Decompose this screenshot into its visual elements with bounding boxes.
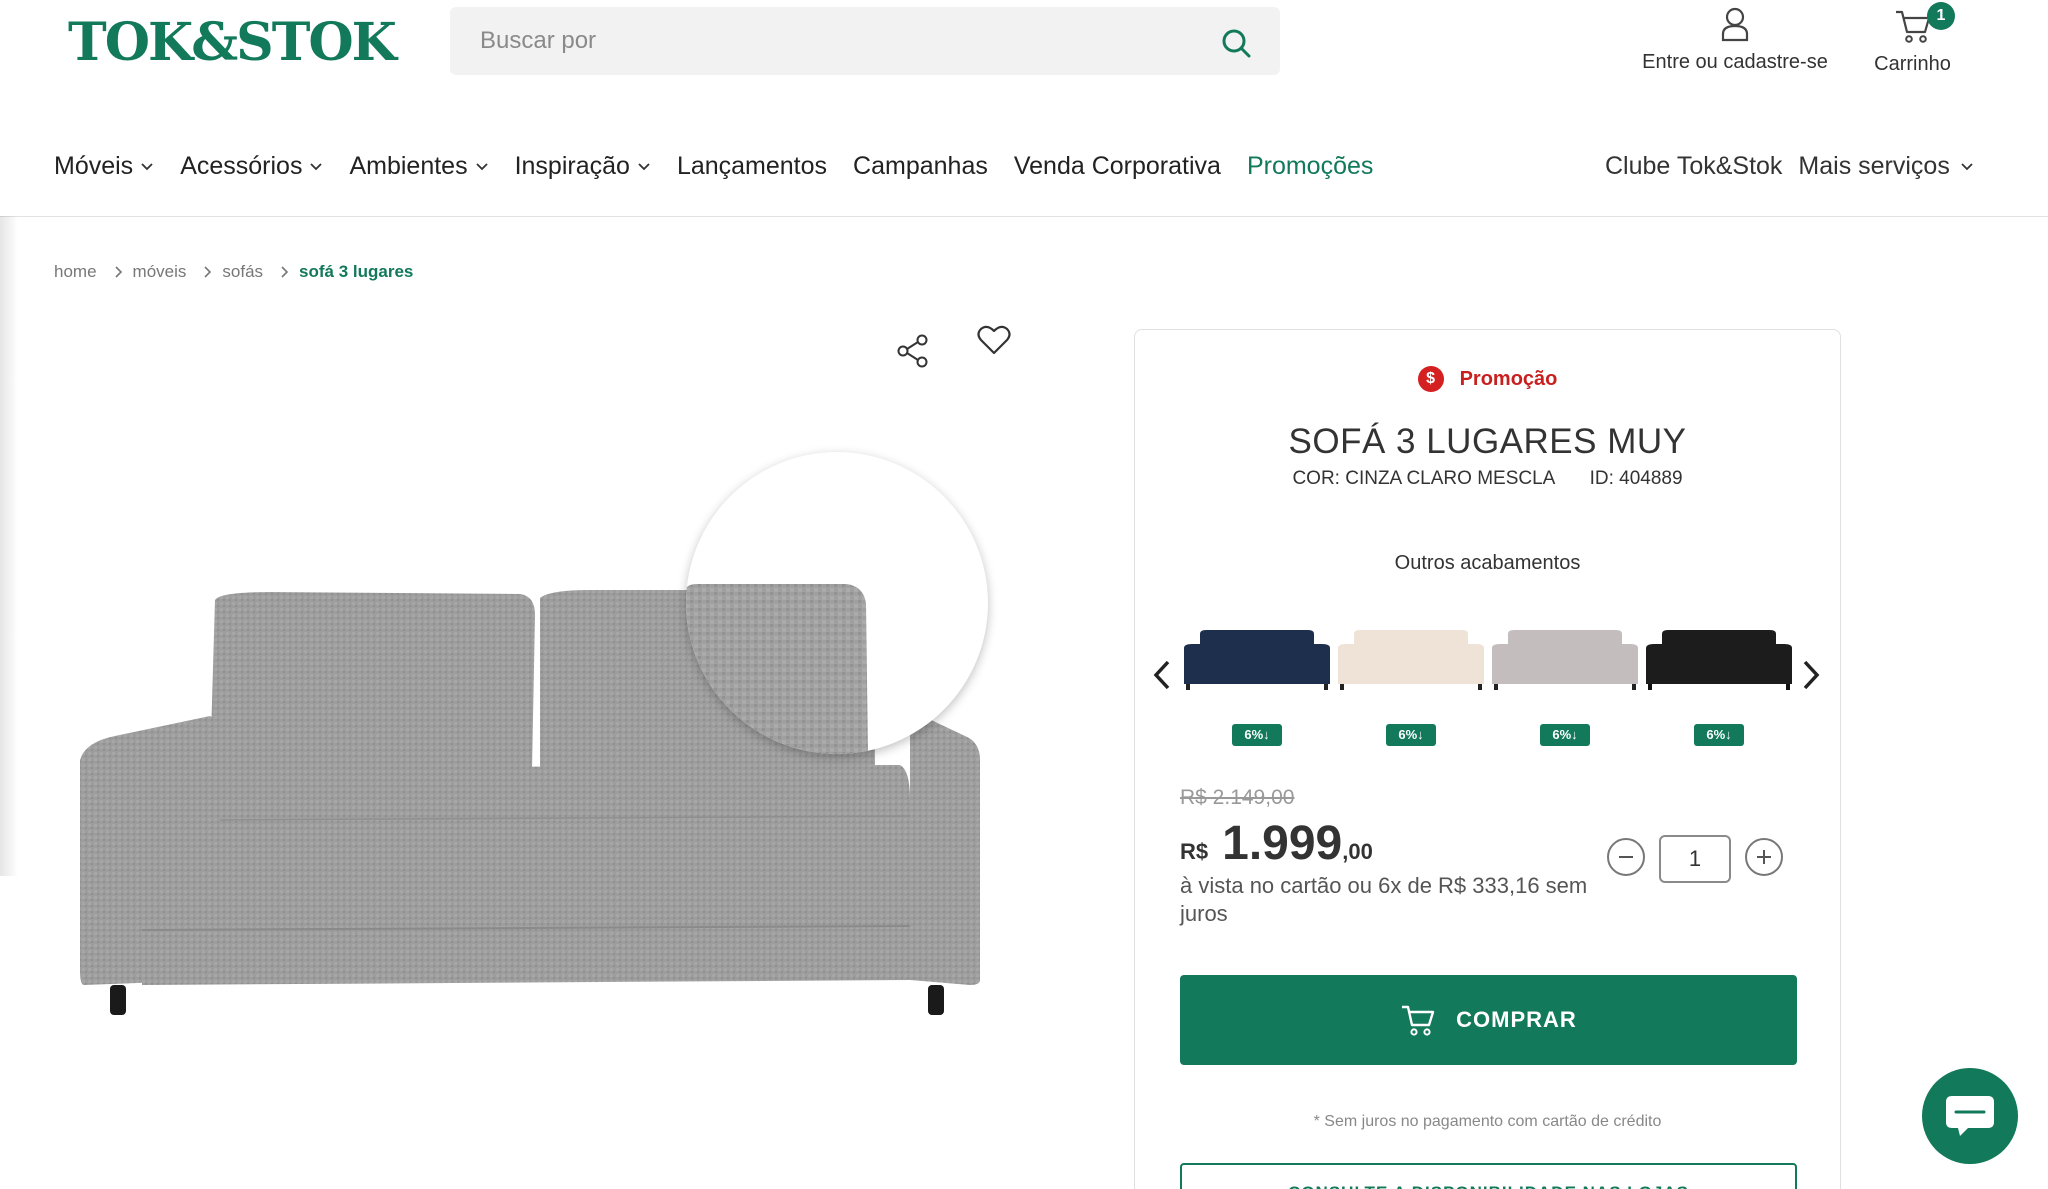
nav-item-inspiracao[interactable]: Inspiração bbox=[515, 152, 651, 181]
search-icon[interactable] bbox=[1220, 27, 1252, 59]
swatch-sofa-image bbox=[1338, 630, 1484, 690]
cart-icon bbox=[1895, 10, 1930, 43]
nav-item-venda-corporativa[interactable]: Venda Corporativa bbox=[1014, 152, 1221, 181]
user-icon bbox=[1721, 7, 1749, 42]
chevron-left-icon[interactable] bbox=[1149, 658, 1175, 692]
nav-item-label: Móveis bbox=[54, 151, 134, 180]
account-link[interactable]: Entre ou cadastre-se bbox=[1630, 6, 1840, 74]
chevron-right-icon bbox=[114, 266, 122, 278]
buy-label: COMPRAR bbox=[1456, 1007, 1577, 1032]
old-price: R$ 2.149,00 bbox=[1180, 786, 1295, 809]
favorite-heart-icon[interactable] bbox=[977, 324, 1011, 356]
price-integer: 1.999 bbox=[1222, 817, 1343, 870]
tokstok-logo[interactable]: TOK&STOK bbox=[68, 12, 397, 73]
product-meta: COR: CINZA CLARO MESCLA ID: 404889 bbox=[1135, 468, 1840, 490]
nav-item-label: Acessórios bbox=[180, 151, 303, 180]
product-title: SOFÁ 3 LUGARES MUY bbox=[1288, 422, 1687, 461]
chevron-right-icon[interactable] bbox=[1798, 658, 1824, 692]
nav-item-lancamentos[interactable]: Lançamentos bbox=[677, 152, 827, 181]
side-panel-shadow bbox=[0, 216, 18, 876]
nav-item-campanhas[interactable]: Campanhas bbox=[853, 152, 988, 181]
check-availability-button[interactable]: CONSULTE A DISPONIBILIDADE NAS LOJAS bbox=[1180, 1163, 1797, 1189]
account-label: Entre ou cadastre-se bbox=[1642, 51, 1828, 73]
price-currency: R$ bbox=[1180, 839, 1209, 864]
chevron-right-icon bbox=[281, 266, 289, 278]
cart-link[interactable]: 1 Carrinho bbox=[1865, 2, 1960, 76]
swatch-1[interactable]: 6%↓ bbox=[1336, 626, 1486, 746]
cart-count-badge: 1 bbox=[1927, 2, 1955, 30]
quantity-input[interactable] bbox=[1659, 835, 1731, 883]
chevron-down-icon bbox=[141, 163, 153, 171]
nav-item-moveis[interactable]: Móveis bbox=[54, 152, 154, 181]
chevron-down-icon bbox=[475, 163, 488, 171]
plus-icon bbox=[1757, 850, 1771, 864]
product-id: ID: 404889 bbox=[1589, 468, 1683, 489]
header-divider bbox=[0, 216, 2048, 217]
current-price: R$ 1.999 ,00 bbox=[1180, 816, 1373, 871]
chevron-down-icon bbox=[638, 163, 650, 171]
breadcrumb-home[interactable]: home bbox=[54, 262, 97, 282]
discount-badge: 6%↓ bbox=[1232, 724, 1282, 746]
mais-servicos-label: Mais serviços bbox=[1798, 151, 1950, 180]
chevron-down-icon bbox=[1961, 163, 1973, 171]
nav-item-promocoes[interactable]: Promoções bbox=[1247, 152, 1373, 181]
clube-link[interactable]: Clube Tok&Stok bbox=[1605, 152, 1782, 181]
product-info-panel: $ Promoção SOFÁ 3 LUGARES MUY COR: CINZA… bbox=[1134, 329, 1841, 1189]
swatch-sofa-image bbox=[1646, 630, 1792, 690]
nav-item-label: Campanhas bbox=[853, 151, 988, 180]
nav-item-label: Promoções bbox=[1246, 151, 1374, 180]
share-icon[interactable] bbox=[896, 334, 930, 368]
main-nav: Móveis Acessórios Ambientes Inspiração L… bbox=[54, 146, 1399, 186]
swatch-2[interactable]: 6%↓ bbox=[1490, 626, 1640, 746]
quantity-decrease-button[interactable] bbox=[1607, 838, 1645, 876]
chat-bubble-icon bbox=[1946, 1096, 1994, 1136]
discount-badge: 6%↓ bbox=[1386, 724, 1436, 746]
dollar-badge-icon: $ bbox=[1417, 366, 1444, 392]
nav-item-label: Ambientes bbox=[349, 151, 468, 180]
nav-item-label: Lançamentos bbox=[676, 151, 828, 180]
discount-badge: 6%↓ bbox=[1540, 724, 1590, 746]
chevron-down-icon bbox=[310, 163, 323, 171]
search-bar bbox=[450, 7, 1280, 75]
mais-servicos-menu[interactable]: Mais serviços bbox=[1798, 152, 1973, 181]
product-color: COR: CINZA CLARO MESCLA bbox=[1292, 468, 1555, 489]
promo-label: Promoção bbox=[1459, 367, 1558, 390]
swatch-sofa-image bbox=[1492, 630, 1638, 690]
chat-button[interactable] bbox=[1922, 1068, 2018, 1164]
cart-label: Carrinho bbox=[1874, 53, 1951, 75]
nav-item-ambientes[interactable]: Ambientes bbox=[349, 152, 488, 181]
swatch-sofa-image bbox=[1184, 630, 1330, 690]
nav-secondary: Clube Tok&Stok Mais serviços bbox=[1605, 146, 1974, 186]
swatch-0[interactable]: 6%↓ bbox=[1182, 626, 1332, 746]
cart-icon bbox=[1402, 1005, 1435, 1036]
breadcrumb-current: sofá 3 lugares bbox=[299, 262, 414, 281]
nav-item-label: Venda Corporativa bbox=[1013, 151, 1221, 180]
swatch-3[interactable]: 6%↓ bbox=[1644, 626, 1794, 746]
nav-item-label: Inspiração bbox=[514, 151, 630, 180]
breadcrumb-sofas[interactable]: sofás bbox=[222, 262, 263, 282]
breadcrumb: home móveis sofás sofá 3 lugares bbox=[54, 262, 413, 282]
promo-tag: $ Promoção bbox=[1135, 366, 1840, 392]
installment-note: * Sem juros no pagamento com cartão de c… bbox=[1313, 1113, 1662, 1130]
price-cents: ,00 bbox=[1342, 839, 1373, 864]
outros-acabamentos-label: Outros acabamentos bbox=[1394, 552, 1581, 574]
minus-icon bbox=[1619, 856, 1633, 858]
breadcrumb-moveis[interactable]: móveis bbox=[133, 262, 187, 282]
discount-badge: 6%↓ bbox=[1694, 724, 1744, 746]
quantity-increase-button[interactable] bbox=[1745, 838, 1783, 876]
search-input[interactable] bbox=[450, 7, 1280, 75]
chevron-right-icon bbox=[204, 266, 212, 278]
installments-text: à vista no cartão ou 6x de R$ 333,16 sem… bbox=[1180, 873, 1588, 926]
zoom-lens bbox=[686, 452, 988, 754]
nav-item-acessorios[interactable]: Acessórios bbox=[180, 152, 323, 181]
buy-button[interactable]: COMPRAR bbox=[1180, 975, 1797, 1065]
